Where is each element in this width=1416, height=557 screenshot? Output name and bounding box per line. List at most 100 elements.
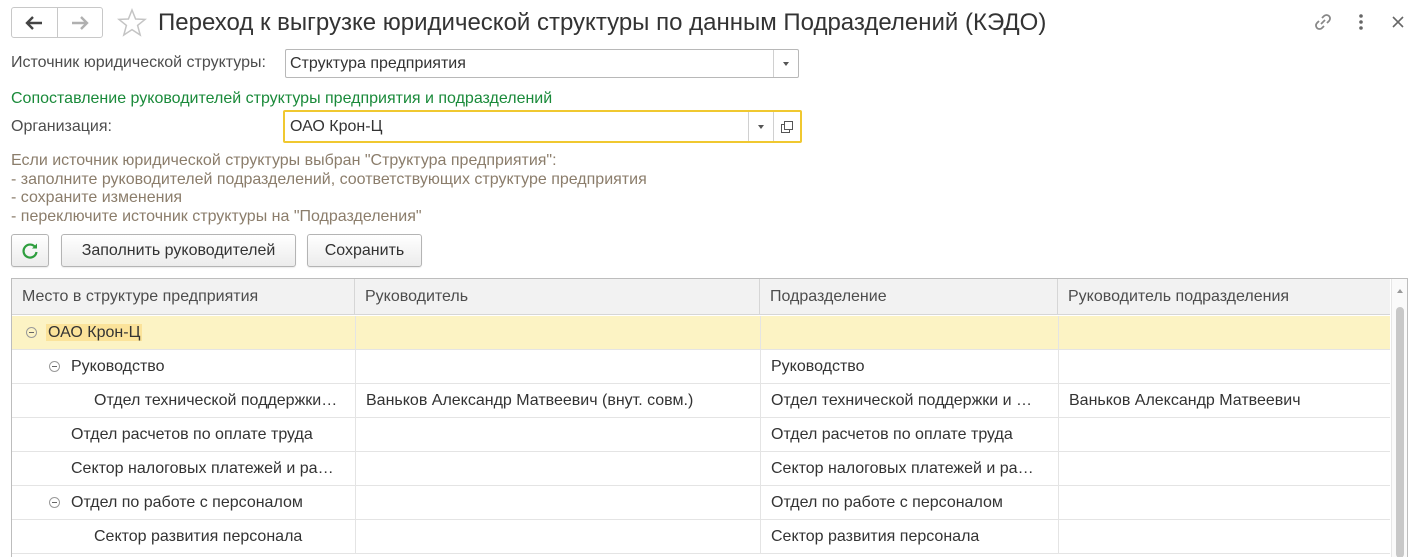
cell-divider: [355, 486, 356, 519]
cell-divider: [760, 316, 761, 349]
info-text: Если источник юридической структуры выбр…: [11, 152, 647, 226]
cell-divider: [1058, 316, 1059, 349]
fill-managers-button[interactable]: Заполнить руководителей: [61, 234, 296, 267]
more-vertical-icon: [1359, 14, 1363, 30]
section-title: Сопоставление руководителей структуры пр…: [11, 90, 553, 107]
column-header-place[interactable]: Место в структуре предприятия: [12, 279, 355, 315]
table-row[interactable]: Отдел расчетов по оплате труда Отдел рас…: [12, 418, 1390, 452]
cell-place: Сектор развития персонала: [94, 528, 303, 545]
cell-place: Отдел технической поддержки…: [94, 392, 338, 409]
collapse-icon[interactable]: [49, 497, 60, 508]
source-value: Структура предприятия: [290, 54, 466, 72]
star-icon: [116, 7, 148, 37]
cell-divider: [355, 452, 356, 485]
cell-divider: [760, 452, 761, 485]
refresh-button[interactable]: [11, 234, 49, 267]
cell-manager: [366, 418, 756, 451]
table-row[interactable]: Отдел по работе с персоналом Отдел по ра…: [12, 486, 1390, 520]
close-icon: [1392, 16, 1404, 28]
cell-divider: [1058, 350, 1059, 383]
source-dropdown-button[interactable]: [773, 50, 798, 77]
cell-divider: [1058, 520, 1059, 553]
cell-divider: [760, 350, 761, 383]
chevron-down-icon: [783, 61, 789, 66]
cell-manager: [366, 350, 756, 383]
cell-division-manager: [1069, 486, 1385, 519]
cell-divider: [355, 350, 356, 383]
table-row[interactable]: Сектор налоговых платежей и ра… Сектор н…: [12, 452, 1390, 486]
cell-divider: [355, 384, 356, 417]
cell-manager: Ваньков Александр Матвеевич (внут. совм.…: [366, 392, 694, 409]
cell-place: Отдел расчетов по оплате труда: [71, 426, 313, 443]
page-title: Переход к выгрузке юридической структуры…: [158, 9, 1047, 36]
link-button[interactable]: [1311, 10, 1335, 34]
table-row[interactable]: Сектор развития персонала Сектор развити…: [12, 520, 1390, 554]
cell-divider: [1058, 486, 1059, 519]
cell-manager: [366, 486, 756, 519]
column-header-manager[interactable]: Руководитель: [355, 279, 760, 315]
link-icon: [1315, 14, 1331, 30]
cell-manager: [366, 520, 756, 553]
cell-place-text: ОАО Крон-Ц: [46, 324, 143, 341]
cell-division: Сектор налоговых платежей и ра…: [771, 460, 1034, 477]
table-row[interactable]: ОАО Крон-Ц: [12, 316, 1390, 350]
refresh-icon: [22, 242, 38, 259]
info-line: Если источник юридической структуры выбр…: [11, 152, 557, 169]
cell-division: Отдел расчетов по оплате труда: [771, 426, 1013, 443]
arrow-right-icon: [71, 15, 89, 30]
cell-divider: [760, 418, 761, 451]
cell-division: Руководство: [771, 358, 865, 375]
cell-division-manager: [1069, 418, 1385, 451]
org-label: Организация:: [11, 118, 112, 135]
cell-divider: [355, 520, 356, 553]
cell-division: Отдел по работе с персоналом: [771, 494, 1003, 511]
collapse-icon[interactable]: [49, 361, 60, 372]
source-label: Источник юридической структуры:: [11, 54, 266, 71]
cell-division-manager: [1069, 350, 1385, 383]
scrollbar-thumb[interactable]: [1396, 307, 1404, 557]
column-header-division[interactable]: Подразделение: [760, 279, 1058, 315]
organization-field[interactable]: ОАО Крон-Ц: [283, 110, 802, 143]
cell-place: Отдел по работе с персоналом: [71, 494, 303, 511]
column-header-division-manager[interactable]: Руководитель подразделения: [1058, 279, 1390, 315]
cell-division: Сектор развития персонала: [771, 528, 980, 545]
cell-divider: [355, 316, 356, 349]
cell-place: Руководство: [71, 358, 165, 375]
table-scrollbar[interactable]: [1391, 279, 1407, 557]
cell-divider: [760, 384, 761, 417]
navigation-buttons: [11, 7, 103, 38]
cell-divider: [1058, 384, 1059, 417]
favorite-star-button[interactable]: [116, 7, 148, 38]
table-header: Место в структуре предприятия Руководите…: [12, 279, 1390, 315]
save-button[interactable]: Сохранить: [307, 234, 422, 267]
table-row[interactable]: Отдел технической поддержки… Ваньков Але…: [12, 384, 1390, 418]
cell-division-manager: [1069, 452, 1385, 485]
info-line: - заполните руководителей подразделений,…: [11, 170, 647, 188]
cell-divider: [760, 520, 761, 553]
cell-division-manager: Ваньков Александр Матвеевич: [1069, 392, 1301, 409]
info-line: - сохраните изменения: [11, 189, 183, 206]
organization-input[interactable]: ОАО Крон-Ц: [285, 118, 748, 136]
source-select[interactable]: Структура предприятия: [285, 49, 799, 78]
cell-division: Отдел технической поддержки и …: [771, 392, 1033, 409]
table-row[interactable]: Руководство Руководство: [12, 350, 1390, 384]
structure-table: Место в структуре предприятия Руководите…: [11, 278, 1408, 557]
more-menu-button[interactable]: [1349, 10, 1373, 34]
info-line: - переключите источник структуры на "Под…: [11, 207, 422, 225]
organization-dropdown-button[interactable]: [748, 112, 773, 141]
forward-button[interactable]: [56, 8, 102, 37]
cell-divider: [1058, 452, 1059, 485]
cell-divider: [760, 486, 761, 519]
close-button[interactable]: [1386, 10, 1410, 34]
chevron-down-icon: [758, 124, 764, 129]
arrow-left-icon: [25, 15, 43, 30]
open-window-icon: [781, 120, 793, 133]
back-button[interactable]: [12, 8, 57, 37]
collapse-icon[interactable]: [26, 327, 37, 338]
cell-place: Сектор налоговых платежей и ра…: [71, 460, 334, 477]
cell-manager: [366, 452, 756, 485]
scroll-up-icon[interactable]: [1397, 289, 1403, 293]
cell-place: ОАО Крон-Ц: [46, 316, 351, 349]
organization-open-button[interactable]: [773, 112, 800, 141]
cell-divider: [355, 418, 356, 451]
